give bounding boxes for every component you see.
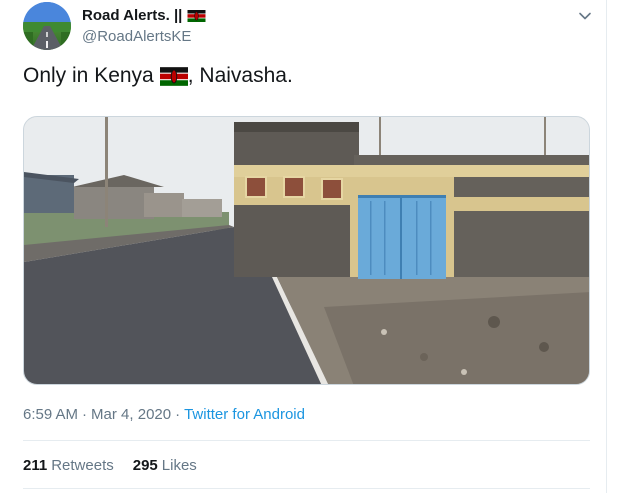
- divider: [23, 440, 590, 441]
- tweet-photo[interactable]: [23, 116, 590, 385]
- user-handle[interactable]: @RoadAlertsKE: [82, 28, 191, 45]
- tweet-time[interactable]: 6:59 AM: [23, 406, 78, 423]
- display-name[interactable]: Road Alerts. ||: [82, 7, 206, 24]
- retweets-count: 211: [23, 457, 48, 474]
- tweet-card: Road Alerts. || @RoadAlertsKE Only in Ke…: [0, 0, 607, 493]
- display-name-text: Road Alerts. ||: [82, 7, 183, 24]
- chevron-down-icon[interactable]: [577, 8, 593, 24]
- tweet-source-link[interactable]: Twitter for Android: [184, 406, 305, 423]
- kenya-flag-icon: [187, 9, 206, 22]
- divider: [23, 488, 590, 489]
- road-avatar-image: [23, 2, 71, 50]
- kenya-flag-icon: [159, 66, 188, 86]
- retweets-label: Retweets: [51, 457, 114, 474]
- tweet-text-part-2: , Naivasha.: [187, 64, 293, 87]
- likes-label: Likes: [161, 457, 197, 474]
- retweets-stat[interactable]: 211 Retweets: [23, 457, 114, 474]
- meta-separator: ·: [175, 406, 181, 423]
- avatar[interactable]: [23, 2, 71, 50]
- tweet-text: Only in Kenya , Naivasha.: [23, 64, 293, 88]
- tweet-stats: 211 Retweets 295 Likes: [23, 457, 197, 474]
- road-photo-image: [24, 117, 589, 384]
- meta-separator: ·: [82, 406, 88, 423]
- likes-count: 295: [132, 457, 158, 474]
- tweet-date[interactable]: Mar 4, 2020: [91, 406, 171, 423]
- likes-stat[interactable]: 295 Likes: [133, 457, 197, 474]
- tweet-metadata: 6:59 AM · Mar 4, 2020 · Twitter for Andr…: [23, 406, 305, 423]
- tweet-text-part-1: Only in Kenya: [23, 64, 154, 87]
